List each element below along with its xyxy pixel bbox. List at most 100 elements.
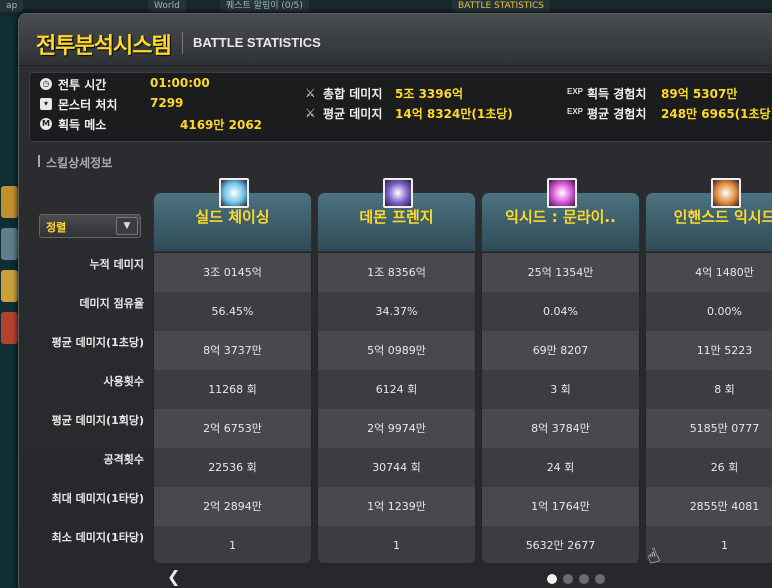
stat-cell: 11만 5223 [646,331,772,370]
avg-damage-row: ⚔ 평균 데미지 14억 8324만(1초당) [305,105,565,123]
stat-cell: 5185만 0777 [646,409,772,448]
skill-stats: 25억 1354만 0.04% 69만 8207 3 회 8억 3784만 24 회 1억 … [481,252,640,564]
bg-tab-world: World [148,0,186,12]
title-divider [182,32,183,54]
total-damage-value: 5조 3396억 [395,87,464,101]
window-subtitle: BATTLE STATISTICS [193,35,321,50]
sort-label: 정렬 [46,221,67,234]
battle-statistics-window: 전투분석시스템 BATTLE STATISTICS ◷ 전투 시간 01:00:… [18,13,772,588]
enhanced-exceed-skill-icon [711,178,741,208]
stat-cell: 25억 1354만 [482,253,639,292]
skill-stats: 4억 1480만 0.00% 11만 5223 8 회 5185만 0777 26 회 28… [645,252,772,564]
avg-exp-value: 248만 6965(1초당) [661,107,772,121]
exp-gained-value: 89억 5307만 [661,87,738,101]
exp-icon: EXP [567,107,584,116]
stat-cell: 0.00% [707,305,742,318]
exp-gained-row: EXP 획득 경험치 89억 5307만 [567,85,772,103]
game-left-panel [0,16,20,588]
stat-cell: 0.04% [543,305,578,318]
side-event-icon[interactable] [1,228,18,260]
section-marker [38,155,40,167]
stat-cell: 30744 회 [372,461,421,474]
skill-name: 익시드 : 문라이.. [505,208,616,226]
battle-summary: ◷ 전투 시간 01:00:00 ▾ 몬스터 처치 7299 M 획득 메소 4… [29,72,772,142]
stat-cell: 34.37% [375,305,418,318]
skill-name: 실드 체이싱 [195,208,270,226]
battle-time-row: ◷ 전투 시간 01:00:00 [40,76,240,94]
stat-cell: 1억 1239만 [318,487,475,526]
stat-cell: 26 회 [710,461,739,474]
stat-row-label: 평균 데미지(1회당) [51,414,144,427]
battle-time-value: 01:00:00 [150,76,210,90]
stat-row-label: 사용횟수 [103,375,144,388]
stat-row-label: 공격횟수 [103,453,144,466]
avg-exp-label: 평균 경험치 [587,107,647,121]
stat-cell: 5억 0989만 [318,331,475,370]
skill-column[interactable]: 데몬 프렌지 1조 8356억 34.37% 5억 0989만 6124 회 2억 997… [317,178,476,564]
skill-stats: 3조 0145억 56.45% 8억 3737만 11268 회 2억 6753만 225… [153,252,312,564]
stat-cell: 11268 회 [208,383,257,396]
previous-page-arrow[interactable]: ❮ [167,567,180,586]
stat-cell: 2억 2894만 [154,487,311,526]
skill-name: 데몬 프렌지 [359,208,434,226]
clock-icon: ◷ [40,78,52,90]
skill-detail-heading: 스킬상세정보 [46,156,113,170]
stat-row-label: 최대 데미지(1타당) [51,492,144,505]
stat-cell: 1 [721,539,728,552]
side-gift-icon[interactable] [1,312,18,344]
stat-row-label: 데미지 점유율 [79,297,144,310]
exceed-moonlight-skill-icon [547,178,577,208]
meso-label: 획득 메소 [58,118,107,132]
stat-cell: 56.45% [211,305,254,318]
stat-cell: 3 회 [550,383,571,396]
stat-row-label: 최소 데미지(1타당) [51,531,144,544]
stat-row-label: 누적 데미지 [89,258,144,271]
page-dot[interactable] [547,574,557,584]
stat-cell: 2억 6753만 [154,409,311,448]
stat-cell: 8 회 [714,383,735,396]
monsters-row: ▾ 몬스터 처치 7299 [40,96,240,114]
stat-cell: 22536 회 [208,461,257,474]
avg-damage-label: 평균 데미지 [323,107,383,121]
skill-name: 인핸스드 익시드 [673,208,772,226]
demon-frenzy-skill-icon [383,178,413,208]
skill-column[interactable]: 인핸스드 익시드 4억 1480만 0.00% 11만 5223 8 회 5185만 07… [645,178,772,564]
stat-cell: 6124 회 [375,383,418,396]
bg-tab-quest: 퀘스트 알림이 (0/5) [220,0,309,12]
total-damage-label: 총합 데미지 [323,87,383,101]
stat-cell: 1조 8356억 [318,253,475,292]
side-star-icon[interactable] [1,270,18,302]
sword-icon: ⚔ [305,106,316,120]
side-quest-icon[interactable] [1,186,18,218]
stat-cell: 8억 3784만 [482,409,639,448]
sort-dropdown[interactable]: 정렬 ▼ [39,214,141,238]
stat-cell: 24 회 [546,461,575,474]
exp-gained-label: 획득 경험치 [587,87,647,101]
stat-cell: 69만 8207 [482,331,639,370]
page-dot[interactable] [595,574,605,584]
meso-value: 4169만 2062 [180,118,263,132]
monsters-value: 7299 [150,96,184,110]
stat-cell: 4억 1480만 [646,253,772,292]
chevron-down-icon[interactable]: ▼ [116,217,138,235]
exp-icon: EXP [567,87,584,96]
page-dot[interactable] [563,574,573,584]
stat-row-label: 평균 데미지(1초당) [51,336,144,349]
page-dot[interactable] [579,574,589,584]
total-damage-row: ⚔ 총합 데미지 5조 3396억 [305,85,555,103]
monster-icon: ▾ [40,98,52,110]
window-title: 전투분석시스템 [36,34,172,59]
skill-stats: 1조 8356억 34.37% 5억 0989만 6124 회 2억 9974만 3074… [317,252,476,564]
stat-cell: 8억 3737만 [154,331,311,370]
battle-time-label: 전투 시간 [58,78,107,92]
skill-column[interactable]: 익시드 : 문라이.. 25억 1354만 0.04% 69만 8207 3 회 8억 3… [481,178,640,564]
stat-cell: 1 [393,539,400,552]
stat-cell: 2855만 4081 [646,487,772,526]
title-bar[interactable]: 전투분석시스템 BATTLE STATISTICS [19,14,772,66]
skill-column[interactable]: 실드 체이싱 3조 0145억 56.45% 8억 3737만 11268 회 2억 67… [153,178,312,564]
stat-cell: 2억 9974만 [318,409,475,448]
monsters-label: 몬스터 처치 [58,98,118,112]
avg-exp-row: EXP 평균 경험치 248만 6965(1초당) [567,105,772,123]
stat-cell: 3조 0145억 [154,253,311,292]
stat-cell: 1 [229,539,236,552]
